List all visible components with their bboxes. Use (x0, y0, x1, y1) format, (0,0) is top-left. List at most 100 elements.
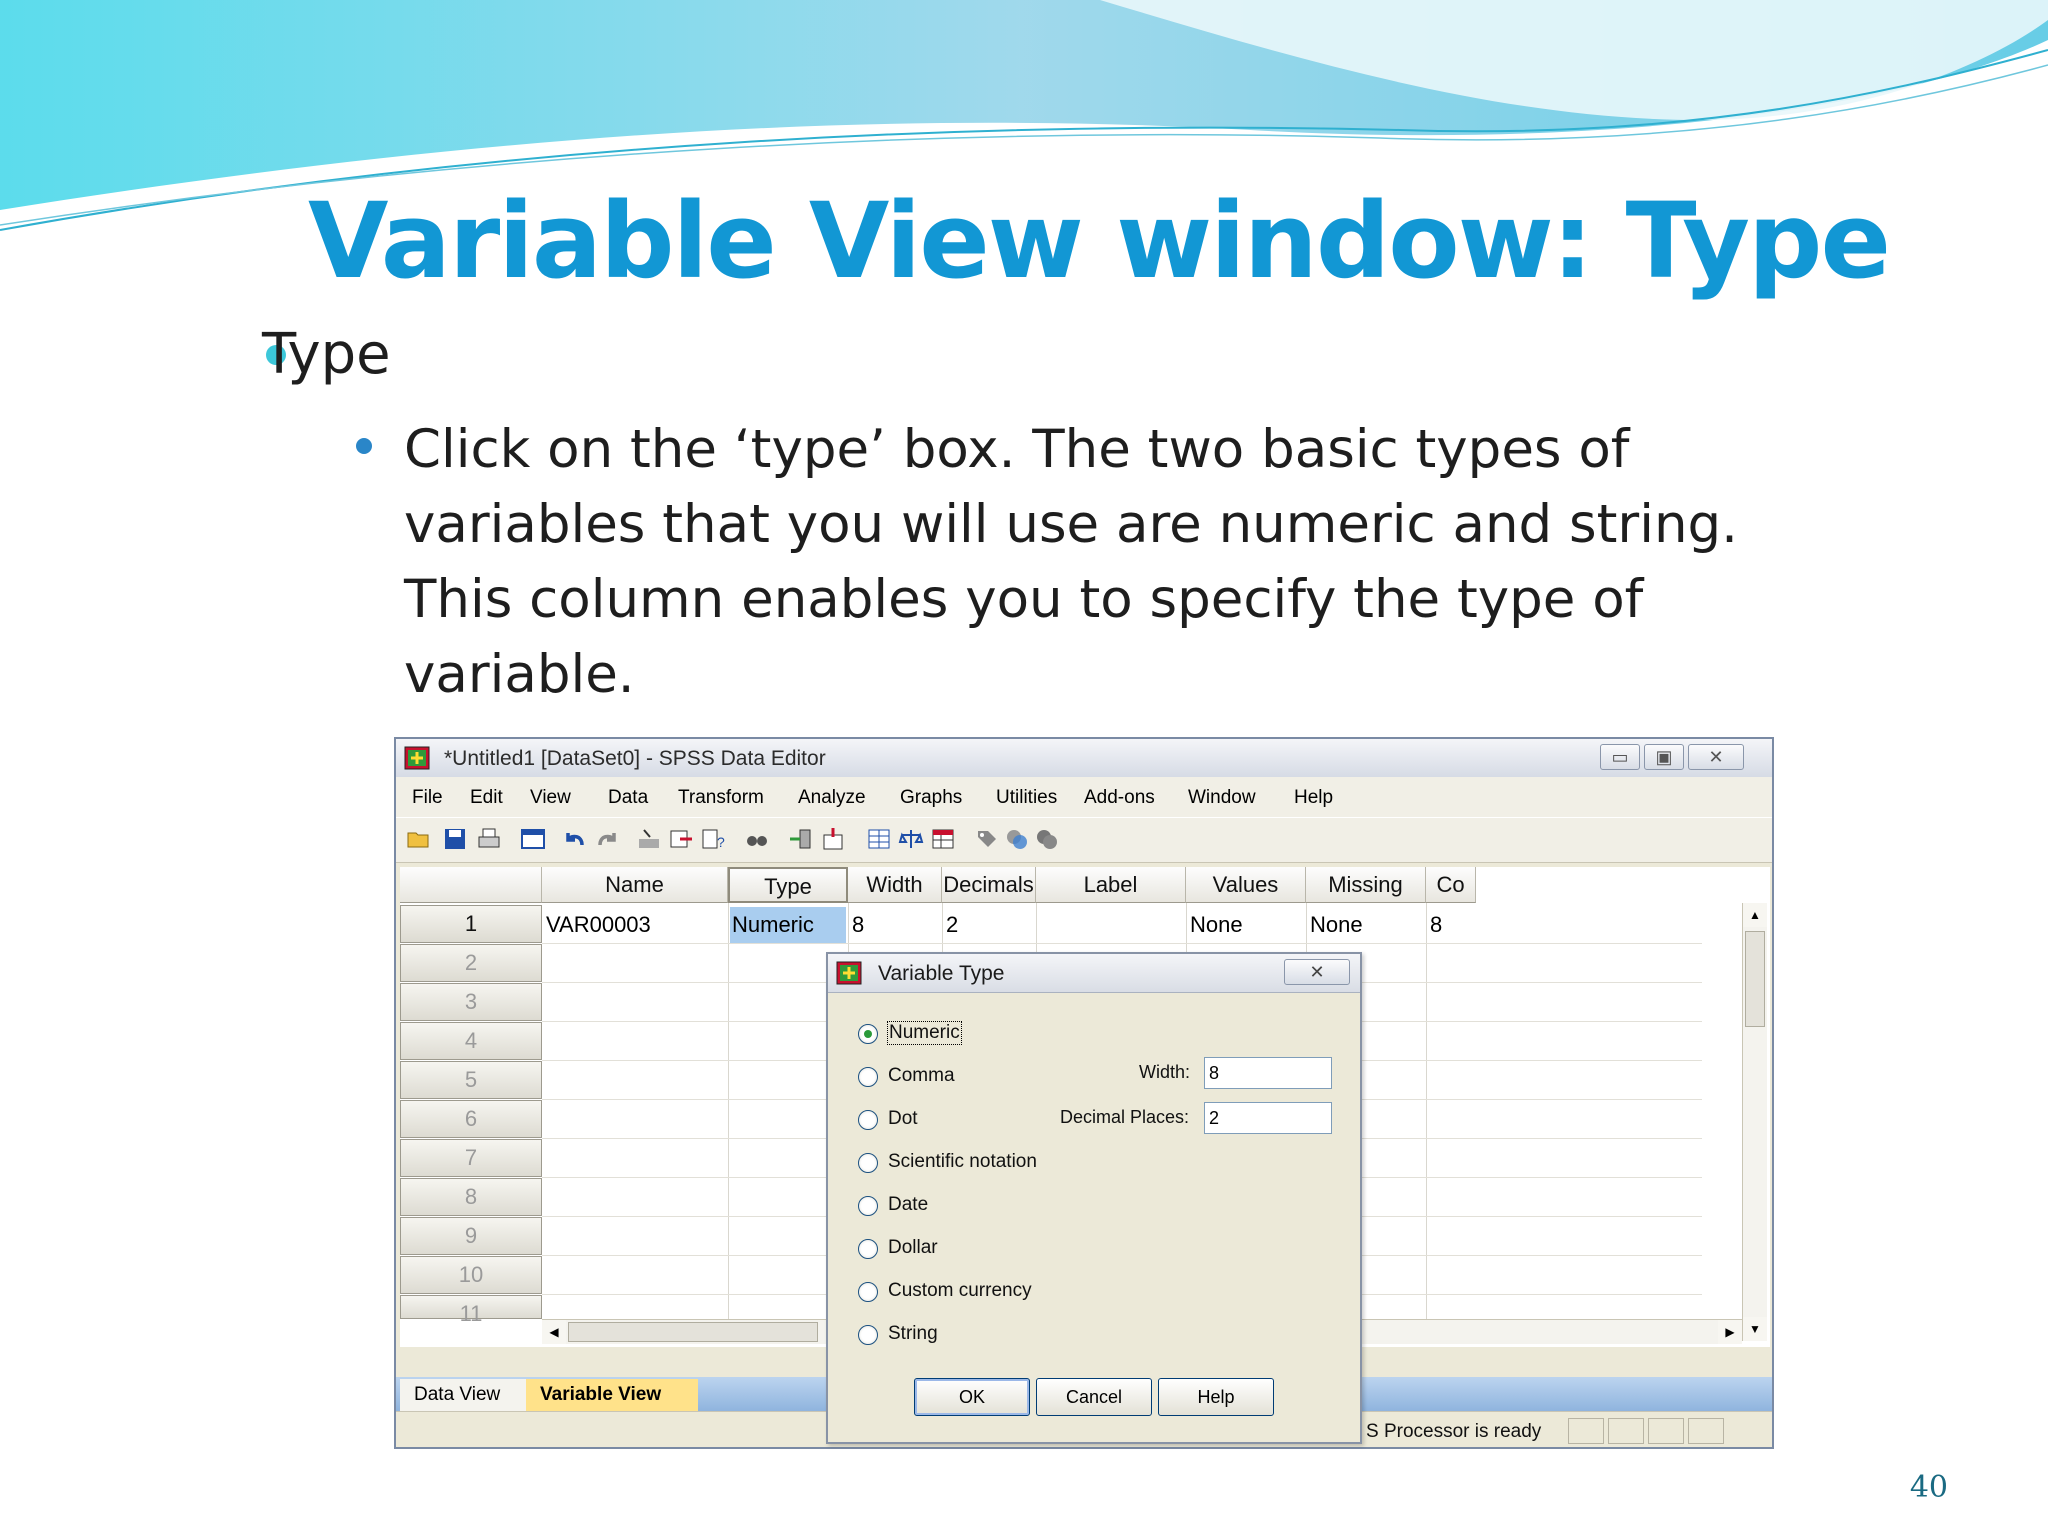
value-labels-icon[interactable] (974, 827, 1000, 851)
open-icon[interactable] (406, 827, 432, 851)
svg-text:?: ? (717, 834, 725, 850)
window-titlebar: *Untitled1 [DataSet0] - SPSS Data Editor… (396, 739, 1772, 778)
split-file-icon[interactable] (866, 827, 892, 851)
row-header[interactable]: 5 (400, 1061, 542, 1099)
status-text: S Processor is ready (1366, 1421, 1542, 1442)
horizontal-scroll-thumb[interactable] (568, 1322, 818, 1342)
radio-button[interactable] (858, 1325, 878, 1345)
menu-window[interactable]: Window (1188, 787, 1256, 809)
menu-view[interactable]: View (530, 787, 571, 809)
radio-button[interactable] (858, 1282, 878, 1302)
weight-cases-icon[interactable] (898, 827, 924, 851)
column-header-missing[interactable]: Missing (1306, 867, 1426, 903)
undo-icon[interactable] (562, 827, 588, 851)
show-all-icon[interactable] (1034, 827, 1060, 851)
radio-button[interactable] (858, 1239, 878, 1259)
redo-icon[interactable] (594, 827, 620, 851)
minimize-button[interactable]: ▭ (1600, 744, 1640, 770)
radio-button[interactable] (858, 1153, 878, 1173)
dialog-recall-icon[interactable] (520, 827, 546, 851)
scroll-right-icon[interactable]: ▶ (1718, 1320, 1742, 1344)
column-header-columns[interactable]: Co (1426, 867, 1476, 903)
variable-type-dialog: Variable Type ✕ Numeric Comma Dot Scient… (826, 952, 1362, 1444)
menu-bar: File Edit View Data Transform Analyze Gr… (396, 777, 1772, 817)
cell-missing[interactable]: None (1310, 907, 1424, 943)
select-cases-icon[interactable] (930, 827, 956, 851)
row-header[interactable]: 10 (400, 1256, 542, 1294)
cell-width[interactable]: 8 (852, 907, 940, 943)
row-header[interactable]: 7 (400, 1139, 542, 1177)
width-field[interactable] (1204, 1057, 1332, 1089)
cell-decimals[interactable]: 2 (946, 907, 1034, 943)
cell-type[interactable]: Numeric (730, 907, 846, 943)
row-header[interactable]: 2 (400, 944, 542, 982)
radio-label: Dollar (888, 1237, 938, 1258)
row-header[interactable]: 6 (400, 1100, 542, 1138)
radio-button[interactable] (858, 1067, 878, 1087)
scroll-left-icon[interactable]: ◀ (542, 1320, 566, 1344)
cell-name[interactable]: VAR00003 (546, 907, 726, 943)
vertical-scrollbar[interactable]: ▲ ▼ (1742, 903, 1767, 1341)
vertical-scroll-thumb[interactable] (1745, 931, 1765, 1027)
insert-variable-icon[interactable] (820, 827, 846, 851)
radio-label: String (888, 1323, 938, 1344)
bullet-description: Click on the ‘type’ box. The two basic t… (404, 419, 1739, 705)
radio-label: Scientific notation (888, 1151, 1037, 1172)
column-header-label[interactable]: Label (1036, 867, 1186, 903)
toolbar: ? (396, 817, 1772, 863)
insert-cases-icon[interactable] (788, 827, 814, 851)
radio-button[interactable] (858, 1110, 878, 1130)
radio-button[interactable] (858, 1196, 878, 1216)
cell-values[interactable]: None (1190, 907, 1304, 943)
row-header[interactable]: 1 (400, 905, 542, 943)
column-header-name[interactable]: Name (542, 867, 728, 903)
close-button[interactable]: ✕ (1688, 744, 1744, 770)
print-icon[interactable] (476, 827, 502, 851)
dialog-titlebar: Variable Type ✕ (828, 954, 1360, 993)
menu-transform[interactable]: Transform (678, 787, 764, 809)
bullet-type: Type (262, 322, 391, 387)
menu-help[interactable]: Help (1294, 787, 1333, 809)
slide-title: Variable View window: Type (308, 180, 1891, 302)
menu-graphs[interactable]: Graphs (900, 787, 962, 809)
column-header-width[interactable]: Width (848, 867, 942, 903)
ok-button[interactable]: OK (914, 1378, 1030, 1416)
goto-variable-icon[interactable] (668, 827, 694, 851)
menu-utilities[interactable]: Utilities (996, 787, 1057, 809)
find-icon[interactable] (744, 827, 770, 851)
row-header[interactable]: 3 (400, 983, 542, 1021)
menu-analyze[interactable]: Analyze (798, 787, 866, 809)
spss-app-icon (836, 961, 862, 985)
radio-label: Custom currency (888, 1280, 1032, 1301)
decimal-places-field[interactable] (1204, 1102, 1332, 1134)
maximize-button[interactable]: ▣ (1644, 744, 1684, 770)
goto-case-icon[interactable] (636, 827, 662, 851)
menu-edit[interactable]: Edit (470, 787, 503, 809)
cell-label[interactable] (1040, 907, 1184, 943)
save-icon[interactable] (442, 827, 468, 851)
page-number: 40 (1909, 1470, 1948, 1505)
column-header-decimals[interactable]: Decimals (942, 867, 1036, 903)
tab-data-view[interactable]: Data View (400, 1379, 526, 1411)
scroll-down-icon[interactable]: ▼ (1743, 1317, 1767, 1341)
row-header[interactable]: 11 (400, 1295, 542, 1326)
dialog-close-button[interactable]: ✕ (1284, 959, 1350, 985)
menu-file[interactable]: File (412, 787, 443, 809)
row-header[interactable]: 4 (400, 1022, 542, 1060)
help-button[interactable]: Help (1158, 1378, 1274, 1416)
cancel-button[interactable]: Cancel (1036, 1378, 1152, 1416)
menu-data[interactable]: Data (608, 787, 648, 809)
column-header-type[interactable]: Type (728, 867, 848, 903)
sub-bullet-dot-icon (356, 438, 372, 454)
radio-label: Comma (888, 1065, 955, 1086)
column-header-values[interactable]: Values (1186, 867, 1306, 903)
radio-button[interactable] (858, 1024, 878, 1044)
cell-columns[interactable]: 8 (1430, 907, 1474, 943)
tab-variable-view[interactable]: Variable View (526, 1379, 698, 1411)
menu-add-ons[interactable]: Add-ons (1084, 787, 1155, 809)
use-sets-icon[interactable] (1004, 827, 1030, 851)
scroll-up-icon[interactable]: ▲ (1743, 903, 1767, 927)
row-header[interactable]: 9 (400, 1217, 542, 1255)
variables-icon[interactable]: ? (700, 827, 726, 851)
row-header[interactable]: 8 (400, 1178, 542, 1216)
